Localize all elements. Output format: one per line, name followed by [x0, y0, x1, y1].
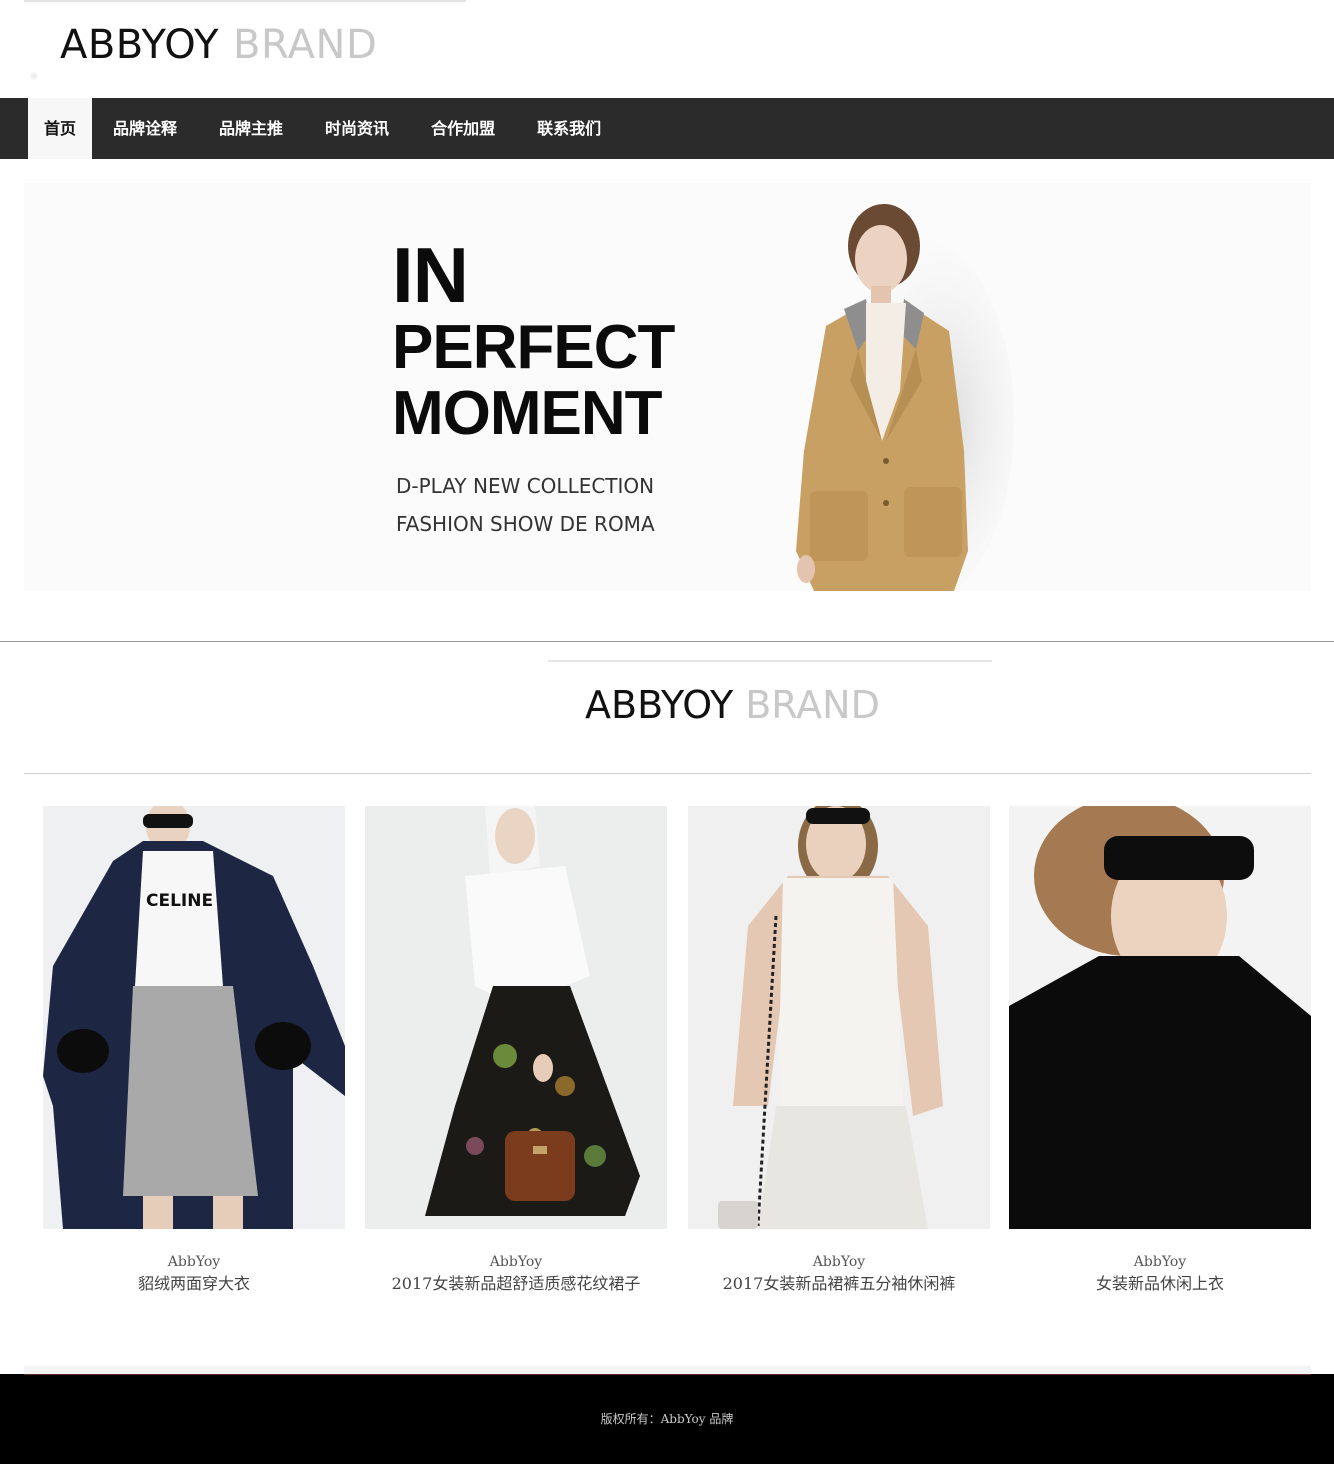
banner-line-3: MOMENT	[392, 379, 663, 448]
logo-text-light: BRAND	[233, 22, 378, 68]
product-image[interactable]	[688, 806, 990, 1229]
product-name[interactable]: 2017女装新品裙裤五分袖休闲裤	[688, 1271, 990, 1297]
nav-item-fashion-news[interactable]: 时尚资讯	[304, 98, 410, 159]
product-name[interactable]: 2017女装新品超舒适质感花纹裙子	[365, 1271, 667, 1297]
product-name[interactable]: 貂绒两面穿大衣	[43, 1271, 345, 1297]
hero-banner[interactable]: IN PERFECT MOMENT D-PLAY NEW COLLECTION …	[24, 183, 1311, 591]
banner-line-1: IN	[392, 231, 469, 319]
footer-separator	[24, 1366, 1311, 1374]
brand-heading: ABBYOY BRAND	[585, 680, 880, 730]
site-header: ABBYOY BRAND	[0, 0, 1334, 98]
product-brand: AbbYoy	[812, 1254, 866, 1270]
nav-item-contact[interactable]: 联系我们	[516, 98, 622, 159]
banner-model-image	[796, 204, 1014, 591]
brand-heading-light: BRAND	[745, 683, 880, 727]
product-brand: AbbYoy	[1133, 1254, 1187, 1270]
product-card[interactable]: CELINE AbbYoy 貂绒两面穿大衣	[43, 806, 345, 1297]
nav-item-home[interactable]: 首页	[28, 98, 93, 159]
site-footer: 版权所有：AbbYoy 品牌	[0, 1374, 1334, 1464]
brand-heading-dark: ABBYOY	[585, 683, 734, 727]
product-image[interactable]: CELINE	[43, 806, 345, 1229]
product-card[interactable]: AbbYoy 女装新品休闲上衣	[1009, 806, 1311, 1297]
product-card[interactable]: AbbYoy 2017女装新品超舒适质感花纹裙子	[365, 806, 667, 1297]
brand-heading-topline	[548, 660, 992, 662]
section-divider	[0, 641, 1334, 642]
product-card[interactable]: AbbYoy 2017女装新品裙裤五分袖休闲裤	[688, 806, 990, 1297]
product-image[interactable]	[365, 806, 667, 1229]
logo-text-dark: ABBYOY	[60, 22, 220, 68]
footer-copyright: 版权所有：AbbYoy 品牌	[600, 1412, 734, 1426]
svg-text:CELINE: CELINE	[146, 891, 213, 911]
nav-item-franchise[interactable]: 合作加盟	[410, 98, 516, 159]
site-logo[interactable]: ABBYOY BRAND	[60, 18, 377, 72]
footer-accent-line	[24, 1374, 1311, 1375]
header-divider	[24, 0, 466, 2]
logo-shadow	[30, 72, 38, 80]
main-nav: 首页 品牌诠释 品牌主推 时尚资讯 合作加盟 联系我们	[0, 98, 1334, 159]
nav-item-brand-interpretation[interactable]: 品牌诠释	[92, 98, 198, 159]
product-brand: AbbYoy	[167, 1254, 221, 1270]
banner-line-2: PERFECT	[392, 313, 675, 382]
product-image[interactable]	[1009, 806, 1311, 1229]
product-brand: AbbYoy	[489, 1254, 543, 1270]
banner-subtitle-2: FASHION SHOW DE ROMA	[396, 512, 655, 536]
product-name[interactable]: 女装新品休闲上衣	[1009, 1271, 1311, 1297]
banner-subtitle-1: D-PLAY NEW COLLECTION	[396, 474, 655, 498]
nav-item-brand-featured[interactable]: 品牌主推	[198, 98, 304, 159]
banner-headline: IN PERFECT MOMENT	[392, 231, 675, 448]
banner-subtitle: D-PLAY NEW COLLECTION FASHION SHOW DE RO…	[396, 467, 655, 543]
brand-heading-divider	[24, 773, 1311, 774]
